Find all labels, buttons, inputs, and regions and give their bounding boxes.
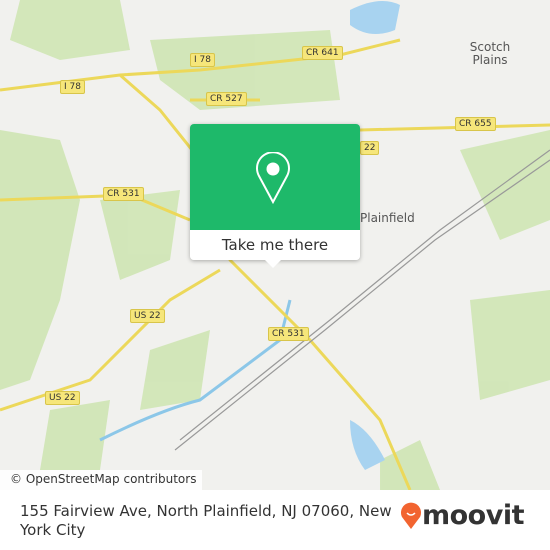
- road-label: I 78: [60, 80, 85, 94]
- road-label: US 22: [130, 309, 165, 323]
- address-text: 155 Fairview Ave, North Plainfield, NJ 0…: [20, 502, 392, 539]
- moovit-pin-icon: [401, 502, 421, 529]
- map-attribution[interactable]: © OpenStreetMap contributors: [0, 470, 203, 490]
- take-me-there-button[interactable]: Take me there: [190, 230, 360, 268]
- moovit-logo-text: moovit: [422, 500, 525, 531]
- road-label: CR 655: [455, 117, 496, 131]
- road-label: CR 531: [103, 187, 144, 201]
- map[interactable]: I 78 CR 641 I 78 CR 527 CR 655 CR 531 US…: [0, 0, 550, 490]
- road-label: CR 527: [206, 92, 247, 106]
- moovit-logo[interactable]: moovit: [400, 500, 525, 531]
- road-label: US 22: [45, 391, 80, 405]
- road-label: CR 531: [268, 327, 309, 341]
- road-label: 22: [360, 141, 380, 155]
- road-label: CR 641: [302, 46, 343, 60]
- place-label: Scotch Plains: [469, 40, 511, 67]
- map-pin-icon: [256, 152, 290, 205]
- road-label: I 78: [190, 53, 215, 67]
- place-label: Plainfield: [360, 211, 415, 225]
- destination-popup[interactable]: Take me there: [190, 124, 360, 268]
